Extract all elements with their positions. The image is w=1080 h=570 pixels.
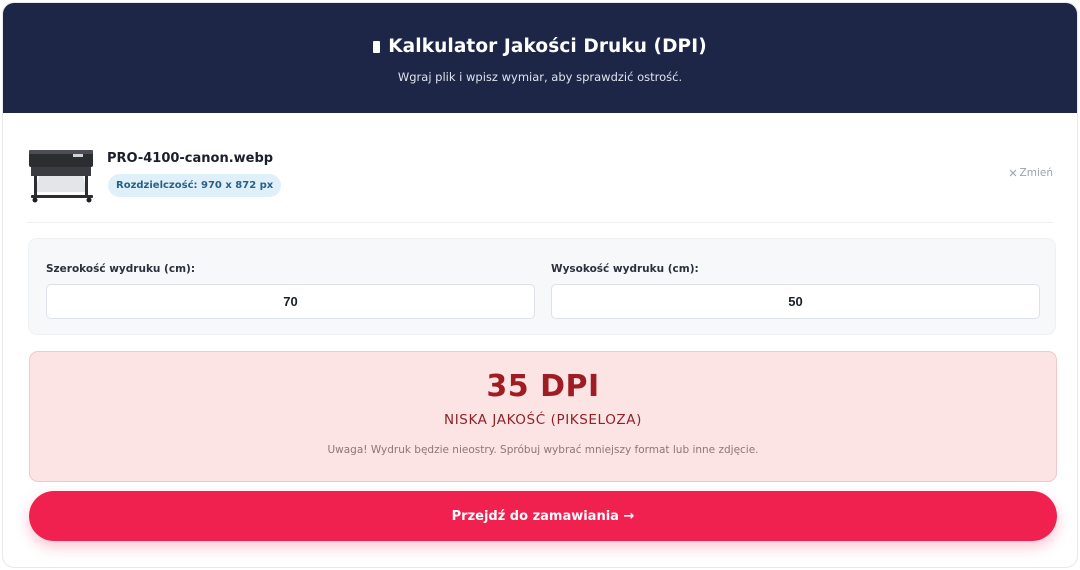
warning-message: Uwaga! Wydruk będzie nieostry. Spróbuj w…	[327, 444, 759, 456]
width-label: Szerokość wydruku (cm):	[46, 263, 196, 275]
print-dimensions-panel: Szerokość wydruku (cm): Wysokość wydruku…	[28, 238, 1056, 335]
height-input[interactable]	[551, 284, 1040, 319]
resolution-badge: Rozdzielczość: 970 x 872 px	[108, 174, 282, 197]
height-label: Wysokość wydruku (cm):	[551, 263, 699, 275]
proceed-to-order-button[interactable]: Przejdź do zamawiania →	[29, 491, 1057, 541]
page-subtitle: Wgraj plik i wpisz wymiar, aby sprawdzić…	[397, 70, 683, 84]
header: Kalkulator Jakości Druku (DPI) Wgraj pli…	[3, 3, 1077, 113]
file-name: PRO-4100-canon.webp	[107, 151, 274, 166]
dpi-result-panel: 35 DPI NISKA JAKOŚĆ (PIKSELOZA) Uwaga! W…	[29, 351, 1057, 482]
change-file-label: Zmień	[1019, 167, 1053, 179]
uploaded-file-row: PRO-4100-canon.webp Rozdzielczość: 970 x…	[27, 143, 1053, 223]
page-title-text: Kalkulator Jakości Druku (DPI)	[388, 36, 707, 57]
page-title: Kalkulator Jakości Druku (DPI)	[3, 3, 1077, 57]
change-file-button[interactable]: Zmień	[1008, 167, 1053, 179]
file-icon	[373, 40, 381, 53]
printer-thumbnail-icon	[29, 150, 93, 203]
dpi-calculator-card: Kalkulator Jakości Druku (DPI) Wgraj pli…	[2, 2, 1078, 568]
dpi-value: 35 DPI	[486, 369, 600, 404]
close-icon	[1009, 169, 1016, 177]
width-input[interactable]	[46, 284, 535, 319]
quality-status: NISKA JAKOŚĆ (PIKSELOZA)	[444, 412, 642, 428]
